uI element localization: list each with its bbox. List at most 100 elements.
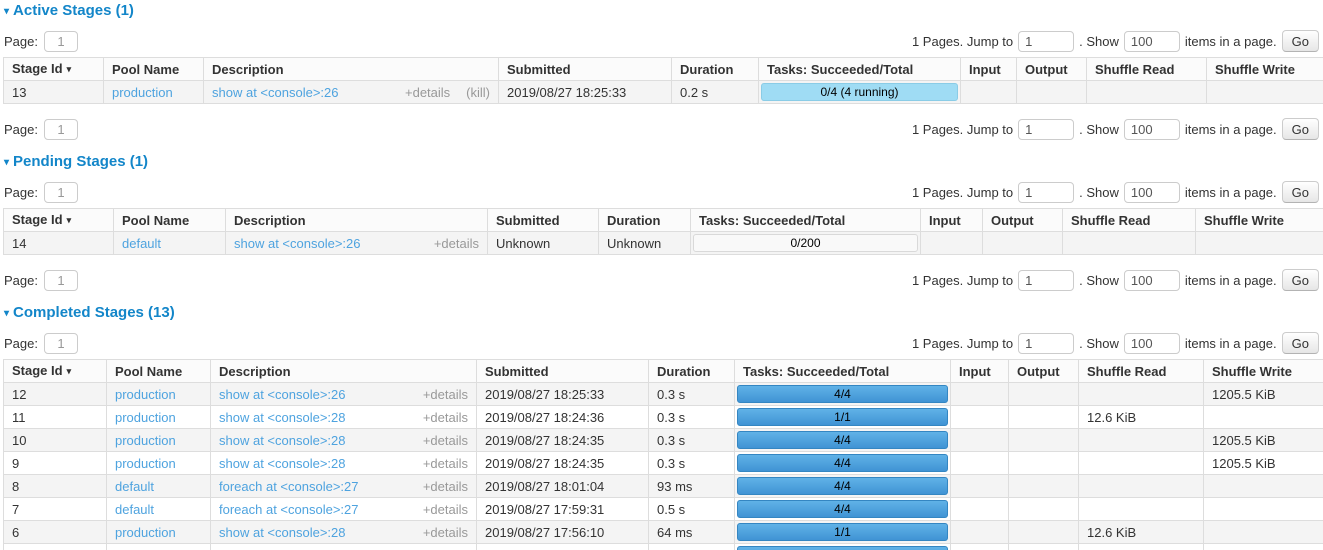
column-header-3[interactable]: Submitted	[499, 58, 672, 81]
description-link[interactable]: show at <console>:26	[219, 387, 345, 402]
description-link[interactable]: show at <console>:28	[219, 433, 345, 448]
shuffle-write-cell: 1205.5 KiB	[1204, 429, 1323, 452]
column-header-3[interactable]: Submitted	[477, 360, 649, 383]
description-link[interactable]: foreach at <console>:27	[219, 502, 359, 517]
pool-name-link[interactable]: production	[112, 85, 173, 100]
tasks-cell: 4/4	[735, 383, 951, 406]
sort-desc-icon: ▾	[67, 366, 72, 376]
details-link[interactable]: +details	[434, 236, 479, 251]
details-link[interactable]: +details	[423, 410, 468, 425]
jump-to-input[interactable]	[1018, 119, 1074, 140]
show-count-input[interactable]	[1124, 119, 1180, 140]
column-header-6[interactable]: Input	[951, 360, 1009, 383]
column-header-0[interactable]: Stage Id▾	[4, 58, 104, 81]
go-button[interactable]: Go	[1282, 269, 1319, 291]
output-cell	[1009, 544, 1079, 550]
column-header-4[interactable]: Duration	[599, 209, 691, 232]
column-header-4[interactable]: Duration	[649, 360, 735, 383]
section-heading-active[interactable]: ▾Active Stages (1)	[4, 2, 1320, 19]
description-link[interactable]: foreach at <console>:27	[219, 479, 359, 494]
go-button[interactable]: Go	[1282, 30, 1319, 52]
items-per-page-text: items in a page.	[1185, 185, 1277, 200]
description-link[interactable]: show at <console>:28	[219, 456, 345, 471]
column-header-label: Tasks: Succeeded/Total	[699, 213, 845, 228]
column-header-7[interactable]: Output	[983, 209, 1063, 232]
kill-link[interactable]: (kill)	[466, 85, 490, 100]
page-number-input[interactable]	[44, 119, 78, 140]
column-header-9[interactable]: Shuffle Write	[1207, 58, 1323, 81]
details-link[interactable]: +details	[423, 456, 468, 471]
tasks-progress-bar: 4/4	[737, 477, 948, 495]
page-number-input[interactable]	[44, 333, 78, 354]
column-header-2[interactable]: Description	[226, 209, 488, 232]
show-count-input[interactable]	[1124, 182, 1180, 203]
pool-name-link[interactable]: production	[115, 433, 176, 448]
pool-name-link[interactable]: production	[115, 456, 176, 471]
table-body: 14defaultshow at <console>:26+detailsUnk…	[4, 232, 1323, 255]
section-heading-completed[interactable]: ▾Completed Stages (13)	[4, 304, 1320, 321]
column-header-6[interactable]: Input	[921, 209, 983, 232]
pool-name-link[interactable]: production	[115, 525, 176, 540]
column-header-7[interactable]: Output	[1009, 360, 1079, 383]
page-number-input[interactable]	[44, 182, 78, 203]
items-per-page-text: items in a page.	[1185, 122, 1277, 137]
pool-name-link[interactable]: default	[115, 502, 154, 517]
column-header-2[interactable]: Description	[204, 58, 499, 81]
collapse-arrow-icon: ▾	[4, 308, 9, 319]
pool-name-link[interactable]: default	[122, 236, 161, 251]
pool-name-link[interactable]: production	[115, 387, 176, 402]
go-button[interactable]: Go	[1282, 332, 1319, 354]
jump-to-input[interactable]	[1018, 182, 1074, 203]
pool-name-cell: production	[104, 81, 204, 104]
column-header-8[interactable]: Shuffle Read	[1079, 360, 1204, 383]
page-number-input[interactable]	[44, 31, 78, 52]
stage-id-cell: 11	[4, 406, 107, 429]
section-heading-pending[interactable]: ▾Pending Stages (1)	[4, 153, 1320, 170]
stage-id-cell: 10	[4, 429, 107, 452]
details-link[interactable]: +details	[423, 479, 468, 494]
column-header-6[interactable]: Input	[961, 58, 1017, 81]
show-count-input[interactable]	[1124, 270, 1180, 291]
column-header-label: Description	[234, 213, 306, 228]
details-link[interactable]: +details	[423, 525, 468, 540]
column-header-1[interactable]: Pool Name	[114, 209, 226, 232]
description-link[interactable]: show at <console>:26	[212, 85, 338, 100]
column-header-0[interactable]: Stage Id▾	[4, 360, 107, 383]
go-button[interactable]: Go	[1282, 118, 1319, 140]
description-link[interactable]: show at <console>:26	[234, 236, 360, 251]
show-count-input[interactable]	[1124, 333, 1180, 354]
column-header-8[interactable]: Shuffle Read	[1063, 209, 1196, 232]
description-link[interactable]: show at <console>:28	[219, 525, 345, 540]
page-number-input[interactable]	[44, 270, 78, 291]
column-header-5[interactable]: Tasks: Succeeded/Total	[691, 209, 921, 232]
show-count-input[interactable]	[1124, 31, 1180, 52]
column-header-1[interactable]: Pool Name	[104, 58, 204, 81]
column-header-5[interactable]: Tasks: Succeeded/Total	[759, 58, 961, 81]
column-header-9[interactable]: Shuffle Write	[1196, 209, 1323, 232]
column-header-0[interactable]: Stage Id▾	[4, 209, 114, 232]
description-content: show at <console>:28 +details	[219, 410, 468, 425]
column-header-3[interactable]: Submitted	[488, 209, 599, 232]
description-actions: +details	[423, 456, 468, 471]
details-link[interactable]: +details	[423, 387, 468, 402]
details-link[interactable]: +details	[405, 85, 450, 100]
column-header-2[interactable]: Description	[211, 360, 477, 383]
pool-name-link[interactable]: production	[115, 410, 176, 425]
input-cell	[951, 383, 1009, 406]
description-link[interactable]: show at <console>:28	[219, 410, 345, 425]
column-header-9[interactable]: Shuffle Write	[1204, 360, 1323, 383]
column-header-4[interactable]: Duration	[672, 58, 759, 81]
go-button[interactable]: Go	[1282, 181, 1319, 203]
duration-cell: 0.3 s	[649, 383, 735, 406]
column-header-1[interactable]: Pool Name	[107, 360, 211, 383]
column-header-8[interactable]: Shuffle Read	[1087, 58, 1207, 81]
column-header-7[interactable]: Output	[1017, 58, 1087, 81]
description-content: show at <console>:26 +details	[234, 236, 479, 251]
pool-name-link[interactable]: default	[115, 479, 154, 494]
details-link[interactable]: +details	[423, 433, 468, 448]
column-header-5[interactable]: Tasks: Succeeded/Total	[735, 360, 951, 383]
jump-to-input[interactable]	[1018, 270, 1074, 291]
jump-to-input[interactable]	[1018, 31, 1074, 52]
details-link[interactable]: +details	[423, 502, 468, 517]
jump-to-input[interactable]	[1018, 333, 1074, 354]
